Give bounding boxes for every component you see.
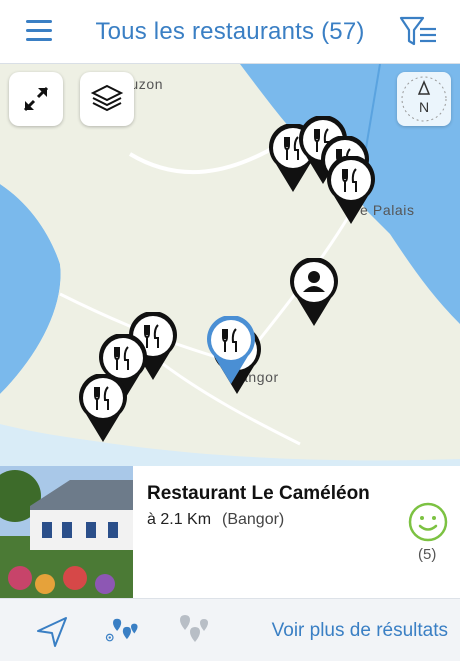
bottom-toolbar: Voir plus de résultats	[0, 598, 460, 661]
multiple-pins-icon[interactable]	[176, 613, 212, 649]
filter-list-icon[interactable]	[398, 14, 438, 50]
map-base	[0, 64, 460, 466]
user-location-marker[interactable]	[289, 258, 339, 328]
selected-restaurant-marker[interactable]	[206, 316, 256, 386]
expand-map-button[interactable]	[9, 72, 63, 126]
restaurant-marker[interactable]	[78, 374, 128, 444]
rating-count: (5)	[418, 546, 437, 563]
expand-arrows-icon	[23, 86, 49, 112]
layers-icon	[90, 84, 124, 112]
map-view[interactable]: auzon e Palais angor N	[0, 64, 460, 466]
svg-text:N: N	[419, 99, 429, 115]
compass-button[interactable]: N	[397, 72, 451, 126]
restaurant-name: Restaurant Le Caméléon	[147, 483, 370, 504]
page-title: Tous les restaurants (57)	[95, 18, 365, 45]
restaurant-photo	[0, 466, 133, 598]
restaurant-distance: à 2.1 Km	[147, 511, 212, 528]
see-more-results-link[interactable]: Voir plus de résultats	[272, 620, 448, 642]
navigation-arrow-icon[interactable]	[34, 613, 70, 649]
compass-north-icon: N	[401, 76, 447, 122]
restaurant-city: (Bangor)	[222, 511, 285, 528]
restaurant-card[interactable]: Restaurant Le Caméléon à 2.1 Km (Bangor)…	[0, 466, 460, 598]
nearby-pins-icon[interactable]	[104, 613, 140, 649]
layers-button[interactable]	[80, 72, 134, 126]
restaurant-marker[interactable]	[326, 156, 376, 226]
smiley-icon	[408, 502, 448, 542]
app-header: Tous les restaurants (57)	[0, 0, 460, 64]
